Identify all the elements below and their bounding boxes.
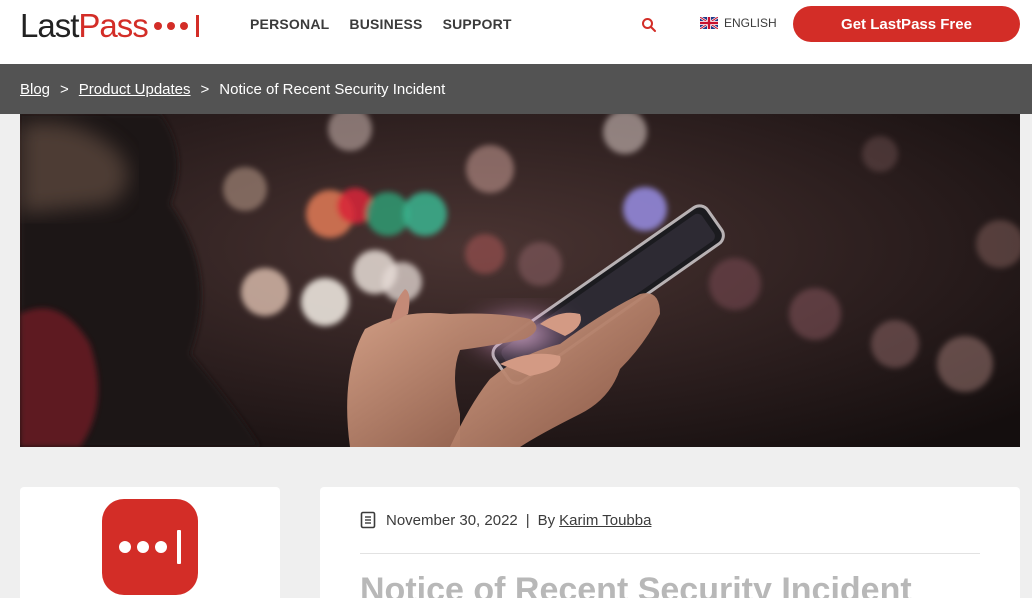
article-card: November 30, 2022 | By Karim Toubba Noti… [320, 487, 1020, 598]
nav-support[interactable]: SUPPORT [443, 16, 512, 32]
divider [360, 553, 980, 554]
author-link[interactable]: Karim Toubba [559, 512, 651, 529]
uk-flag-icon [700, 17, 718, 29]
search-icon[interactable] [641, 17, 657, 33]
article-meta: November 30, 2022 | By Karim Toubba [360, 511, 651, 529]
breadcrumb: Blog > Product Updates > Notice of Recen… [0, 64, 1032, 114]
logo-text-pass: Pass [78, 7, 148, 44]
lastpass-app-icon [102, 499, 198, 595]
language-selector[interactable]: ENGLISH [700, 16, 777, 30]
main-nav: PERSONAL BUSINESS SUPPORT [250, 16, 512, 32]
language-label: ENGLISH [724, 16, 777, 30]
hero-image [20, 114, 1020, 447]
get-lastpass-free-button[interactable]: Get LastPass Free [793, 6, 1020, 42]
document-icon [360, 511, 376, 529]
article-date: November 30, 2022 [386, 511, 518, 529]
author-card [20, 487, 280, 598]
breadcrumb-blog[interactable]: Blog [20, 81, 50, 98]
breadcrumb-product-updates[interactable]: Product Updates [79, 81, 191, 98]
by-label: By [537, 511, 556, 529]
meta-separator: | [525, 511, 530, 529]
nav-business[interactable]: BUSINESS [349, 16, 422, 32]
lastpass-logo[interactable]: LastPass [20, 6, 199, 46]
site-header: LastPass PERSONAL BUSINESS SUPPORT ENGLI… [0, 0, 1032, 64]
logo-dots-icon [153, 15, 199, 37]
breadcrumb-separator: > [200, 80, 210, 98]
logo-text-last: Last [20, 7, 79, 44]
page: LastPass PERSONAL BUSINESS SUPPORT ENGLI… [0, 0, 1032, 598]
logo-wordmark: LastPass [20, 7, 149, 45]
breadcrumb-current: Notice of Recent Security Incident [219, 80, 446, 98]
article-title: Notice of Recent Security Incident [360, 571, 912, 598]
breadcrumb-separator: > [60, 80, 69, 98]
nav-personal[interactable]: PERSONAL [250, 16, 329, 32]
